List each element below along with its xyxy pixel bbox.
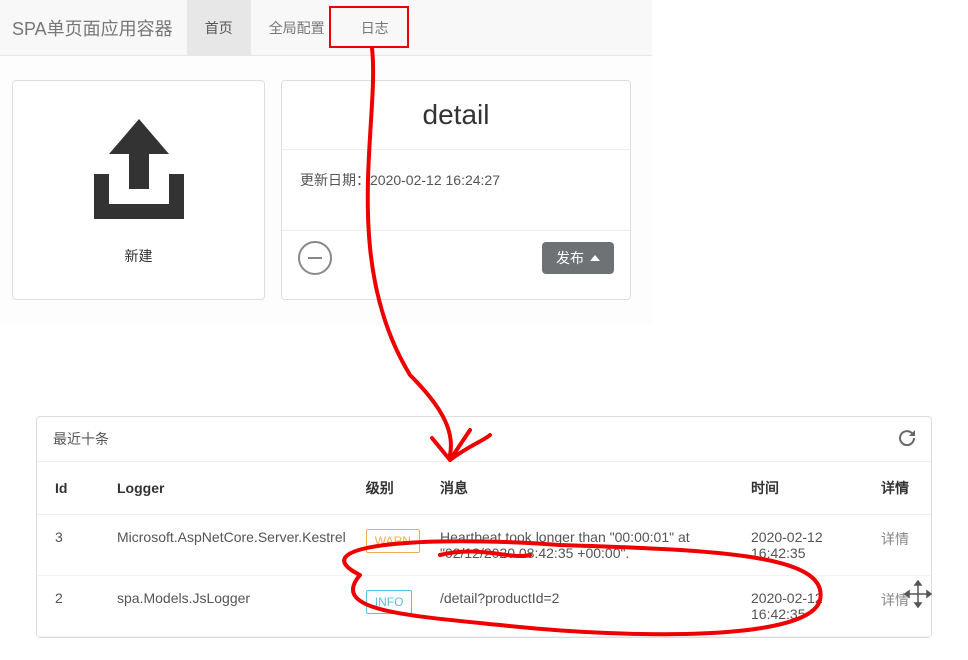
detail-card-title: detail	[282, 81, 630, 150]
col-id: Id	[37, 462, 107, 515]
caret-up-icon	[590, 255, 600, 261]
detail-card-actions: 发布	[282, 230, 630, 285]
cell-time: 2020-02-12 16:42:35	[741, 515, 871, 576]
publish-button[interactable]: 发布	[542, 242, 614, 274]
log-table-header-row: Id Logger 级别 消息 时间 详情	[37, 462, 931, 515]
cell-time: 2020-02-12 16:42:35	[741, 576, 871, 637]
log-panel-header: 最近十条	[37, 417, 931, 462]
refresh-button[interactable]	[899, 430, 915, 449]
app-brand: SPA单页面应用容器	[12, 15, 187, 41]
level-badge: WARN	[366, 529, 420, 553]
publish-label: 发布	[556, 248, 584, 268]
log-panel-title: 最近十条	[53, 429, 109, 449]
tab-logs[interactable]: 日志	[343, 0, 407, 55]
detail-link[interactable]: 详情	[881, 592, 909, 608]
detail-meta-value: 2020-02-12 16:24:27	[370, 172, 500, 188]
tab-global-config[interactable]: 全局配置	[251, 0, 343, 55]
cell-logger: Microsoft.AspNetCore.Server.Kestrel	[107, 515, 356, 576]
cards-row: 新建 detail 更新日期：2020-02-12 16:24:27 发布	[0, 56, 652, 324]
col-detail: 详情	[871, 462, 931, 515]
cell-detail: 详情	[871, 576, 931, 637]
top-navbar: SPA单页面应用容器 首页 全局配置 日志	[0, 0, 652, 56]
new-card[interactable]: 新建	[12, 80, 265, 300]
upload-icon	[79, 114, 199, 224]
col-time: 时间	[741, 462, 871, 515]
refresh-icon	[899, 430, 915, 446]
log-table-body: 3Microsoft.AspNetCore.Server.Kestrel WARN…	[37, 515, 931, 637]
log-table: Id Logger 级别 消息 时间 详情 3Microsoft.AspNetC…	[37, 462, 931, 637]
minus-icon	[306, 249, 324, 267]
tab-home[interactable]: 首页	[187, 0, 251, 55]
detail-link[interactable]: 详情	[881, 531, 909, 547]
cell-id: 3	[37, 515, 107, 576]
cell-id: 2	[37, 576, 107, 637]
col-msg: 消息	[430, 462, 741, 515]
level-badge: INFO	[366, 590, 413, 614]
table-row: 3Microsoft.AspNetCore.Server.Kestrel WARN…	[37, 515, 931, 576]
cell-detail: 详情	[871, 515, 931, 576]
col-level: 级别	[356, 462, 430, 515]
new-card-label: 新建	[125, 246, 153, 266]
log-panel: 最近十条 Id Logger 级别 消息 时间 详情 3Microsoft.As…	[36, 416, 932, 638]
cell-level: WARN	[356, 515, 430, 576]
cell-logger: spa.Models.JsLogger	[107, 576, 356, 637]
detail-card-meta: 更新日期：2020-02-12 16:24:27	[282, 150, 630, 230]
table-row: 2spa.Models.JsLogger INFO/detail?productI…	[37, 576, 931, 637]
detail-card: detail 更新日期：2020-02-12 16:24:27 发布	[281, 80, 631, 300]
col-logger: Logger	[107, 462, 356, 515]
cell-msg: /detail?productId=2	[430, 576, 741, 637]
nav-tabs: 首页 全局配置 日志	[187, 0, 407, 55]
cell-msg: Heartbeat took longer than "00:00:01" at…	[430, 515, 741, 576]
cell-level: INFO	[356, 576, 430, 637]
remove-button[interactable]	[298, 241, 332, 275]
detail-meta-label: 更新日期：	[300, 172, 370, 188]
